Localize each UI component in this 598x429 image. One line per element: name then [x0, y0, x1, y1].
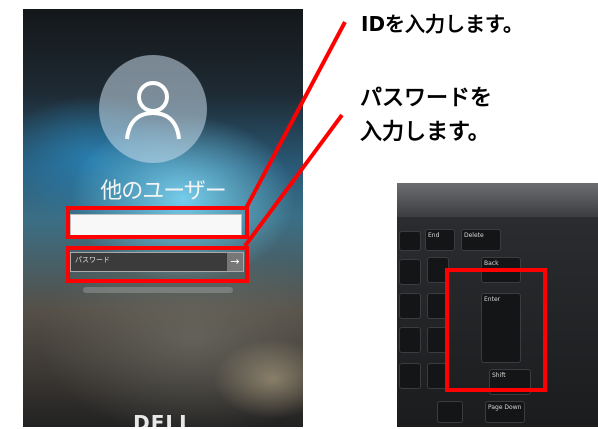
keyboard-key [399, 327, 421, 353]
keyboard-key [399, 363, 421, 389]
keyboard-key [399, 231, 421, 251]
keyboard-key [399, 259, 421, 285]
arrow-up-key [437, 401, 463, 423]
password-instruction-text: パスワードを 入力します。 [360, 82, 492, 150]
password-instruction-line2: 入力します。 [360, 120, 490, 145]
password-instruction-line1: パスワードを [360, 86, 493, 111]
id-instruction-text: IDを入力します。 [361, 12, 524, 36]
enter-key-highlight [445, 268, 547, 392]
delete-key: Delete [461, 229, 501, 251]
end-key: End [425, 229, 455, 251]
laptop-edge [397, 183, 598, 217]
page-down-key: Page Down [485, 401, 525, 423]
keyboard-key [399, 293, 421, 319]
